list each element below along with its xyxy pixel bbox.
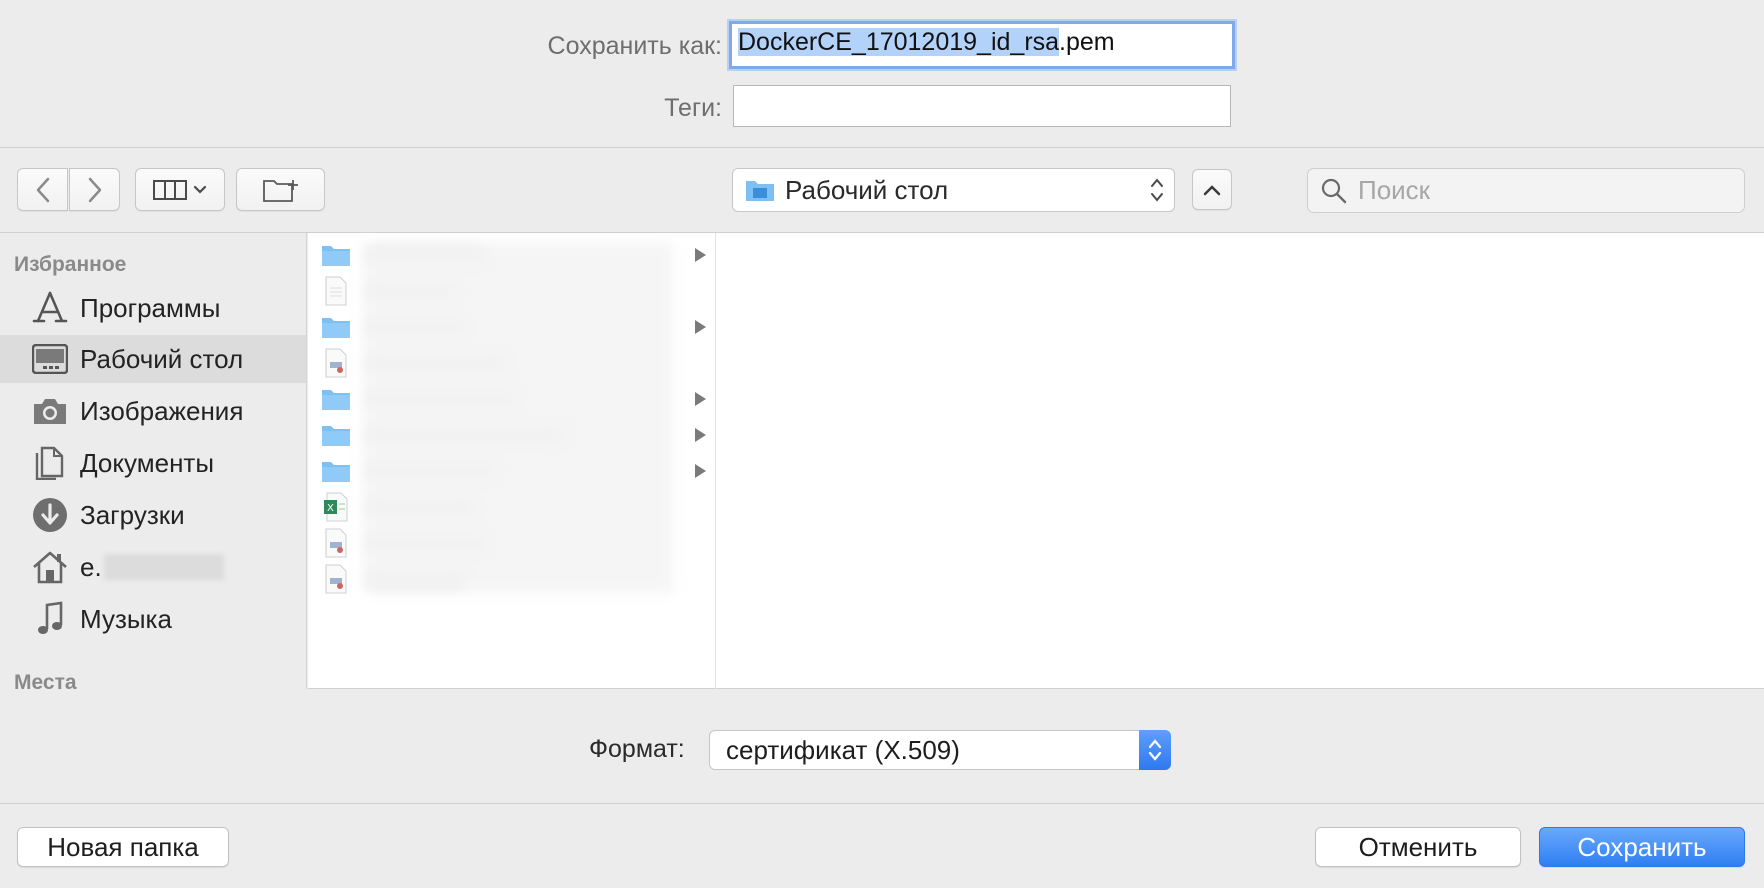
new-folder-icon [262, 179, 298, 202]
certificate-file-icon [320, 528, 352, 558]
filename-selected-text: DockerCE_17012019_id_rsa [738, 28, 1060, 56]
certificate-file-icon [320, 348, 352, 378]
location-popup[interactable]: Рабочий стол [732, 168, 1175, 212]
filename-extension: .pem [1059, 28, 1115, 56]
disclosure-arrow-icon [695, 392, 706, 406]
sidebar-item-label: Документы [80, 447, 215, 478]
new-folder-toolbar-button[interactable] [236, 168, 325, 211]
format-stepper [1139, 730, 1171, 770]
updown-chevron-icon [1148, 739, 1162, 761]
redaction-blur [363, 243, 673, 593]
sidebar-item-label: e. [80, 551, 102, 582]
sidebar-item-applications[interactable]: Программы [0, 284, 306, 332]
disclosure-arrow-icon [695, 428, 706, 442]
sidebar: Избранное Программы Рабочий стол Изображ… [0, 233, 307, 689]
sidebar-item-downloads[interactable]: Загрузки [0, 491, 306, 539]
chevron-up-icon [1203, 184, 1221, 195]
sidebar-item-label: Загрузки [80, 499, 185, 530]
disclosure-arrow-icon [695, 464, 706, 478]
documents-icon [30, 443, 70, 483]
desktop-folder-icon [746, 181, 774, 201]
chevron-down-icon [193, 185, 207, 194]
downloads-icon [30, 495, 70, 535]
folder-icon [320, 456, 352, 486]
cancel-button[interactable]: Отменить [1315, 827, 1521, 867]
chevron-right-icon [88, 177, 101, 202]
applications-icon [30, 288, 70, 328]
spreadsheet-file-icon: X [320, 492, 352, 522]
save-button[interactable]: Сохранить [1539, 827, 1745, 867]
disclosure-arrow-icon [695, 320, 706, 334]
search-field[interactable]: Поиск [1307, 168, 1745, 213]
sidebar-item-label: Изображения [80, 395, 244, 426]
format-value: сертификат (X.509) [726, 734, 960, 765]
format-popup[interactable]: сертификат (X.509) [709, 730, 1171, 770]
footer-divider [0, 803, 1764, 804]
search-placeholder: Поиск [1358, 175, 1431, 205]
sidebar-item-label: Музыка [80, 603, 172, 634]
forward-button[interactable] [69, 168, 120, 211]
sidebar-item-documents[interactable]: Документы [0, 439, 306, 487]
back-button[interactable] [17, 168, 68, 211]
save-as-label: Сохранить как: [547, 32, 722, 60]
tags-input[interactable] [733, 85, 1231, 127]
redacted-username [103, 554, 224, 580]
chevron-left-icon [36, 177, 49, 202]
sidebar-item-home[interactable]: e. [0, 543, 306, 591]
folder-icon [320, 420, 352, 450]
view-mode-button[interactable] [135, 168, 225, 211]
sidebar-item-music[interactable]: Музыка [0, 595, 306, 643]
expand-collapse-button[interactable] [1192, 169, 1232, 210]
camera-icon [30, 391, 70, 431]
search-icon [1321, 178, 1347, 203]
favorites-header: Избранное [14, 253, 127, 276]
location-label: Рабочий стол [785, 174, 949, 205]
save-header: Сохранить как: DockerCE_17012019_id_rsa.… [0, 0, 1764, 148]
columns-view-icon [153, 179, 187, 200]
desktop-icon [30, 339, 70, 379]
sidebar-item-label: Программы [80, 292, 221, 323]
disclosure-arrow-icon [695, 248, 706, 262]
filename-input[interactable]: DockerCE_17012019_id_rsa.pem [729, 21, 1235, 69]
new-folder-button[interactable]: Новая папка [17, 827, 229, 867]
updown-chevron-icon [1151, 178, 1163, 202]
format-label: Формат: [589, 735, 685, 763]
certificate-file-icon [320, 564, 352, 594]
folder-icon [320, 240, 352, 270]
sidebar-item-pictures[interactable]: Изображения [0, 387, 306, 435]
tags-label: Теги: [664, 94, 722, 122]
document-icon [320, 276, 352, 306]
music-icon [30, 599, 70, 639]
sidebar-item-label: Рабочий стол [80, 343, 244, 374]
sidebar-item-desktop[interactable]: Рабочий стол [0, 335, 306, 383]
folder-icon [320, 312, 352, 342]
svg-text:X: X [327, 503, 334, 514]
home-icon [30, 547, 70, 587]
folder-icon [320, 384, 352, 414]
places-header: Места [14, 671, 77, 689]
